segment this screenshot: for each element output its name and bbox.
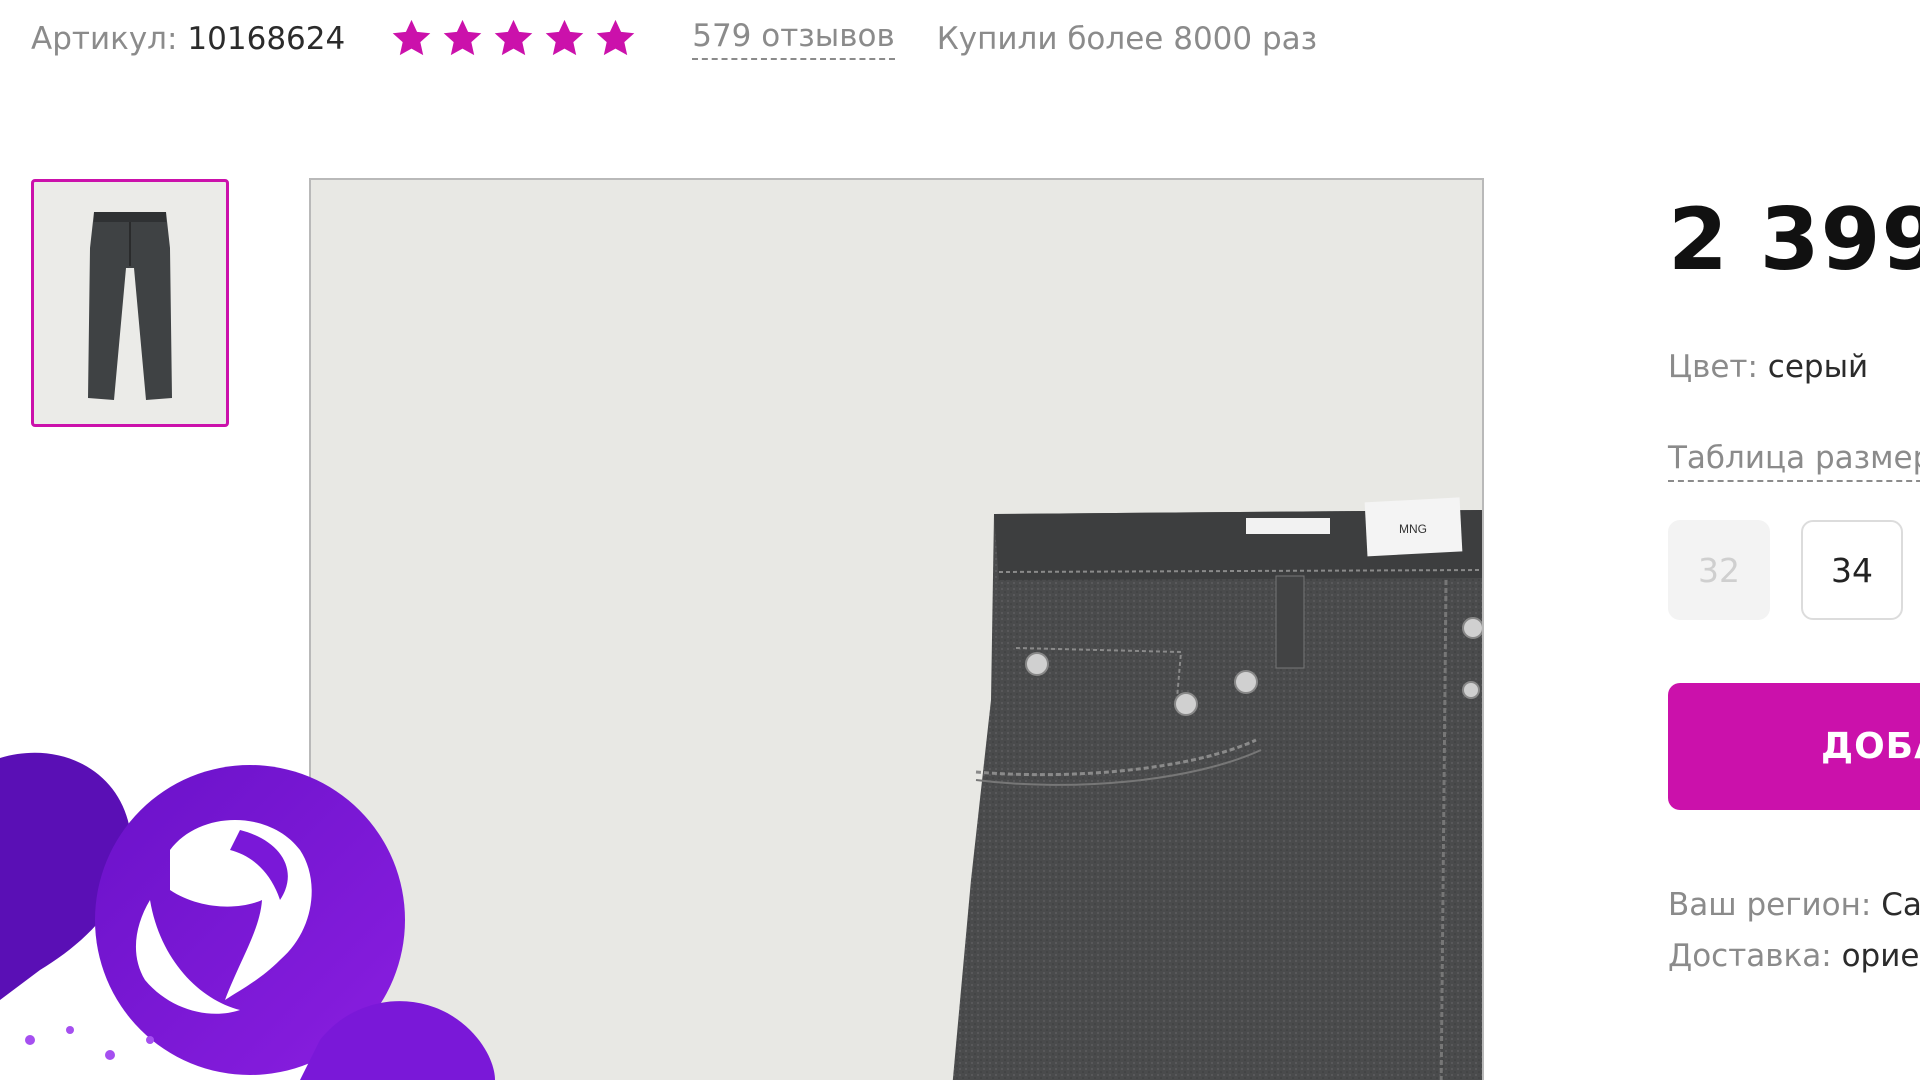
product-meta-row: Артикул: 10168624 579 отзывов Купили бол… xyxy=(31,14,1317,64)
region-label: Ваш регион: xyxy=(1668,887,1872,923)
rating-stars xyxy=(387,16,640,62)
star-icon xyxy=(494,19,533,56)
size-option-34[interactable]: 34 xyxy=(1801,520,1903,620)
star-icon xyxy=(392,19,431,56)
product-page: Артикул: 10168624 579 отзывов Купили бол… xyxy=(0,0,1920,1080)
sku-label: Артикул: xyxy=(31,21,178,57)
sku-value: 10168624 xyxy=(187,21,346,57)
purchase-count: Купили более 8000 раз xyxy=(936,21,1318,57)
color-row: Цвет: серый xyxy=(1668,349,1868,385)
size-table-link[interactable]: Таблица размер xyxy=(1668,440,1920,482)
star-icon xyxy=(596,19,635,56)
delivery-value: орие xyxy=(1841,938,1920,974)
reviews-link[interactable]: 579 отзывов xyxy=(692,18,895,60)
star-icon xyxy=(545,19,584,56)
delivery-row: Доставка: орие xyxy=(1668,938,1919,974)
color-label: Цвет: xyxy=(1668,349,1758,385)
color-value: серый xyxy=(1767,349,1869,385)
product-price: 2 399 xyxy=(1668,190,1920,290)
brand-logo xyxy=(0,752,495,1080)
size-option-32: 32 xyxy=(1668,520,1770,620)
star-icon xyxy=(443,19,482,56)
region-row: Ваш регион: Са xyxy=(1668,887,1920,923)
delivery-label: Доставка: xyxy=(1668,938,1832,974)
add-to-cart-button[interactable]: ДОБА xyxy=(1668,683,1920,810)
svg-text:MNG: MNG xyxy=(1399,522,1427,536)
region-value[interactable]: Са xyxy=(1881,887,1920,923)
jeans-thumbnail-image xyxy=(88,212,172,400)
gallery-thumbnail[interactable] xyxy=(31,179,229,427)
